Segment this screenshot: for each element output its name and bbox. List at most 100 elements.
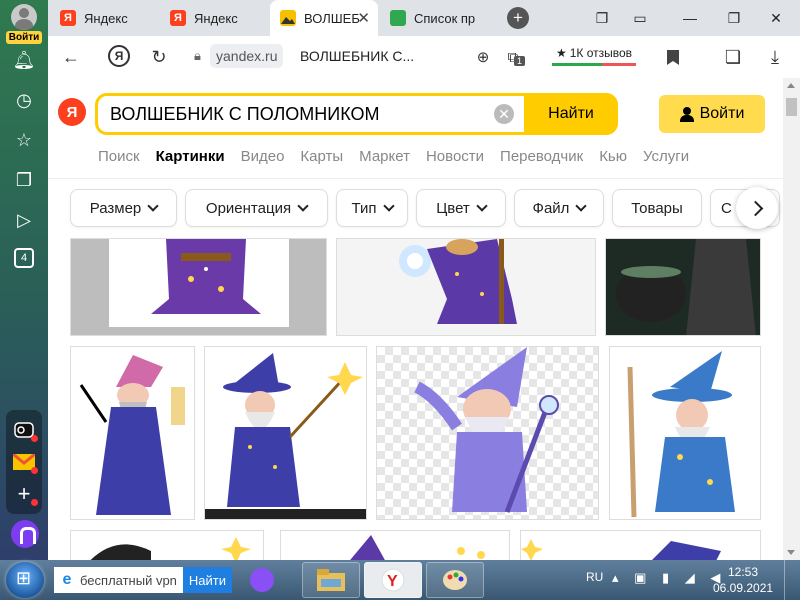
star-icon[interactable]: ☆ <box>12 128 36 152</box>
add-icon[interactable]: + <box>12 481 38 506</box>
scroll-down-icon[interactable] <box>787 550 795 555</box>
filter-size[interactable]: Размер <box>70 189 177 227</box>
mail-icon[interactable] <box>12 450 38 474</box>
nav-item-q[interactable]: Кью <box>599 148 627 165</box>
chevron-down-icon <box>382 200 395 212</box>
taskbar-search-text[interactable]: бесплатный vpn <box>80 573 177 588</box>
scroll-thumb[interactable] <box>786 98 797 116</box>
filter-label: Файл <box>532 199 570 217</box>
taskbar-search-field[interactable]: e бесплатный vpn Найти <box>54 567 232 593</box>
minimize-button[interactable]: — <box>680 8 700 28</box>
yandex-home-button[interactable]: Я <box>108 45 130 67</box>
explorer-taskbar-button[interactable] <box>302 562 360 598</box>
address-domain[interactable]: yandex.ru <box>210 44 284 68</box>
image-result[interactable] <box>609 346 761 520</box>
restore-button[interactable]: ❐ <box>724 8 744 28</box>
nav-item-video[interactable]: Видео <box>241 148 285 165</box>
chevron-down-icon <box>575 200 588 212</box>
tab-list[interactable]: Список пр <box>380 0 498 36</box>
collections-icon[interactable]: ❐ <box>12 168 36 192</box>
image-result[interactable] <box>520 530 761 560</box>
image-result[interactable] <box>70 346 195 520</box>
back-button[interactable]: ← <box>58 44 84 70</box>
alice-assistant-icon[interactable] <box>11 520 39 548</box>
image-result[interactable] <box>336 238 596 336</box>
nav-item-translate[interactable]: Переводчик <box>500 148 583 165</box>
image-result[interactable] <box>376 346 599 520</box>
nav-item-search[interactable]: Поиск <box>98 148 140 165</box>
search-input[interactable]: ВОЛШЕБНИК С ПОЛОМНИКОМ <box>110 104 380 125</box>
nav-item-news[interactable]: Новости <box>426 148 484 165</box>
language-indicator[interactable]: RU <box>586 570 603 584</box>
show-desktop-button[interactable] <box>784 560 800 600</box>
image-result[interactable] <box>70 238 327 336</box>
page-content: Я ВОЛШЕБНИК С ПОЛОМНИКОМ ✕ Найти Войти П… <box>48 78 783 560</box>
reviews-label: 1К отзывов <box>569 45 633 60</box>
close-icon[interactable]: ✕ <box>357 9 370 27</box>
scroll-up-icon[interactable] <box>787 83 795 88</box>
tab-label: ВОЛШЕБ <box>304 10 360 26</box>
tab-yandex-1[interactable]: Я Яндекс <box>50 0 158 36</box>
filter-type[interactable]: Тип <box>336 189 408 227</box>
clock-time: 12:53 <box>727 565 759 579</box>
sidebar-dock: + <box>6 410 42 514</box>
chevron-down-icon <box>147 200 159 212</box>
bookmark-icon[interactable] <box>660 44 686 70</box>
address-page-title[interactable]: ВОЛШЕБНИК С... <box>300 48 414 64</box>
filter-color[interactable]: Цвет <box>416 189 506 227</box>
download-icon[interactable]: ⤓ <box>762 44 788 70</box>
extensions-badge: 1 <box>514 56 526 66</box>
profile-button[interactable]: Войти <box>6 4 42 44</box>
page-scrollbar[interactable] <box>783 78 800 560</box>
nav-item-market[interactable]: Маркет <box>359 148 410 165</box>
nav-item-maps[interactable]: Карты <box>300 148 343 165</box>
image-result[interactable] <box>70 530 264 560</box>
history-icon[interactable]: ◷ <box>12 88 36 112</box>
yandex-logo[interactable]: Я <box>58 98 86 126</box>
filter-goods[interactable]: Товары <box>612 189 702 227</box>
tab-count-badge[interactable]: 4 <box>14 248 34 268</box>
filter-file[interactable]: Файл <box>514 189 604 227</box>
reviews-button[interactable]: ★ 1К отзывов <box>552 42 636 66</box>
login-label: Войти <box>699 105 745 122</box>
svg-text:Y: Y <box>387 573 398 590</box>
close-window-button[interactable]: ✕ <box>766 8 786 28</box>
play-icon[interactable]: ▷ <box>12 208 36 232</box>
login-button[interactable]: Войти <box>659 95 765 133</box>
start-button[interactable] <box>6 562 44 598</box>
refresh-button[interactable]: ↻ <box>146 44 172 70</box>
tab-label: Яндекс <box>84 10 128 26</box>
taskbar-search-button[interactable]: Найти <box>182 567 232 593</box>
collections-icon[interactable]: ❏ <box>720 44 746 70</box>
collections-window-icon[interactable]: ❐ <box>592 8 612 28</box>
sidebar-login-label[interactable]: Войти <box>6 31 42 44</box>
filter-orientation[interactable]: Ориентация <box>185 189 328 227</box>
filter-label: Ориентация <box>205 199 292 217</box>
search-button[interactable]: Найти <box>524 93 618 135</box>
service-nav: Поиск Картинки Видео Карты Маркет Новост… <box>98 148 705 165</box>
bell-icon[interactable]: 🔔︎ <box>12 48 36 72</box>
notifications-icon[interactable]: ▭ <box>630 8 650 28</box>
yandex-browser-taskbar-button[interactable]: Y <box>364 562 422 598</box>
clock[interactable]: 12:53 06.09.2021 <box>713 564 773 596</box>
image-result[interactable] <box>204 346 367 520</box>
tab-yandex-2[interactable]: Я Яндекс <box>160 0 268 36</box>
filter-scroll-right-button[interactable] <box>736 187 778 229</box>
address-toolbar: ← Я ↻ 🔒︎ yandex.ru ВОЛШЕБНИК С... ⊕ ⧉ 1 … <box>48 36 800 78</box>
alice-station-icon[interactable] <box>12 418 38 442</box>
tab-images-active[interactable]: ВОЛШЕБ ✕ <box>270 0 378 36</box>
clear-search-icon[interactable]: ✕ <box>494 104 514 124</box>
alice-taskbar-icon[interactable] <box>250 568 274 592</box>
image-result[interactable] <box>605 238 761 336</box>
filter-label: Тип <box>351 199 377 217</box>
zoom-icon[interactable]: ⊕ <box>470 44 496 70</box>
tray-icons[interactable]: ▴ ▣ ▮ ◢ ◀︎ <box>612 570 726 586</box>
nav-item-images[interactable]: Картинки <box>156 148 225 165</box>
paint-taskbar-button[interactable] <box>426 562 484 598</box>
new-tab-button[interactable]: + <box>507 7 529 29</box>
nav-item-services[interactable]: Услуги <box>643 148 689 165</box>
lock-icon[interactable]: 🔒︎ <box>194 48 201 64</box>
filter-label: Размер <box>89 199 142 217</box>
list-icon <box>390 10 406 26</box>
image-result[interactable] <box>280 530 510 560</box>
